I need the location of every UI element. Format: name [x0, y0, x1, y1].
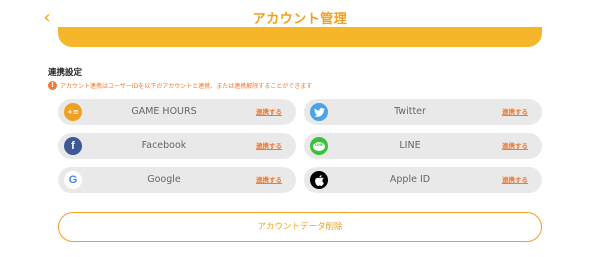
account-game-hours: +≡ GAME HOURS 連携する: [58, 99, 296, 125]
account-twitter: Twitter 連携する: [304, 99, 542, 125]
header-banner: [58, 27, 542, 47]
google-icon: G: [64, 171, 82, 189]
account-name: Facebook: [141, 140, 187, 151]
account-name: Google: [147, 174, 181, 185]
link-facebook-button[interactable]: 連携する: [256, 133, 282, 159]
account-line: LINE LINE 連携する: [304, 133, 542, 159]
line-icon: LINE: [310, 137, 328, 155]
link-line-button[interactable]: 連携する: [502, 133, 528, 159]
account-name: Apple ID: [389, 174, 431, 185]
account-facebook: f Facebook 連携する: [58, 133, 296, 159]
delete-account-button[interactable]: アカウントデータ削除: [58, 212, 542, 242]
account-google: G Google 連携する: [58, 167, 296, 193]
link-google-button[interactable]: 連携する: [256, 167, 282, 193]
account-name: LINE: [399, 140, 421, 151]
game-hours-icon: +≡: [64, 103, 82, 121]
apple-icon: [310, 171, 328, 189]
page-title: アカウント管理: [252, 12, 348, 27]
link-apple-button[interactable]: 連携する: [502, 167, 528, 193]
notice: ! アカウント連携はユーザーIDを以下のアカウントと連携、または連携解除すること…: [48, 80, 312, 91]
account-apple: Apple ID 連携する: [304, 167, 542, 193]
section-title: 連携設定: [48, 68, 83, 78]
link-game-hours-button[interactable]: 連携する: [256, 99, 282, 125]
warning-icon: !: [48, 81, 57, 90]
account-name: GAME HOURS: [131, 106, 197, 117]
twitter-icon: [310, 103, 328, 121]
account-name: Twitter: [394, 106, 426, 117]
link-twitter-button[interactable]: 連携する: [502, 99, 528, 125]
notice-text: アカウント連携はユーザーIDを以下のアカウントと連携、または連携解除することがで…: [60, 83, 313, 90]
facebook-icon: f: [64, 137, 82, 155]
